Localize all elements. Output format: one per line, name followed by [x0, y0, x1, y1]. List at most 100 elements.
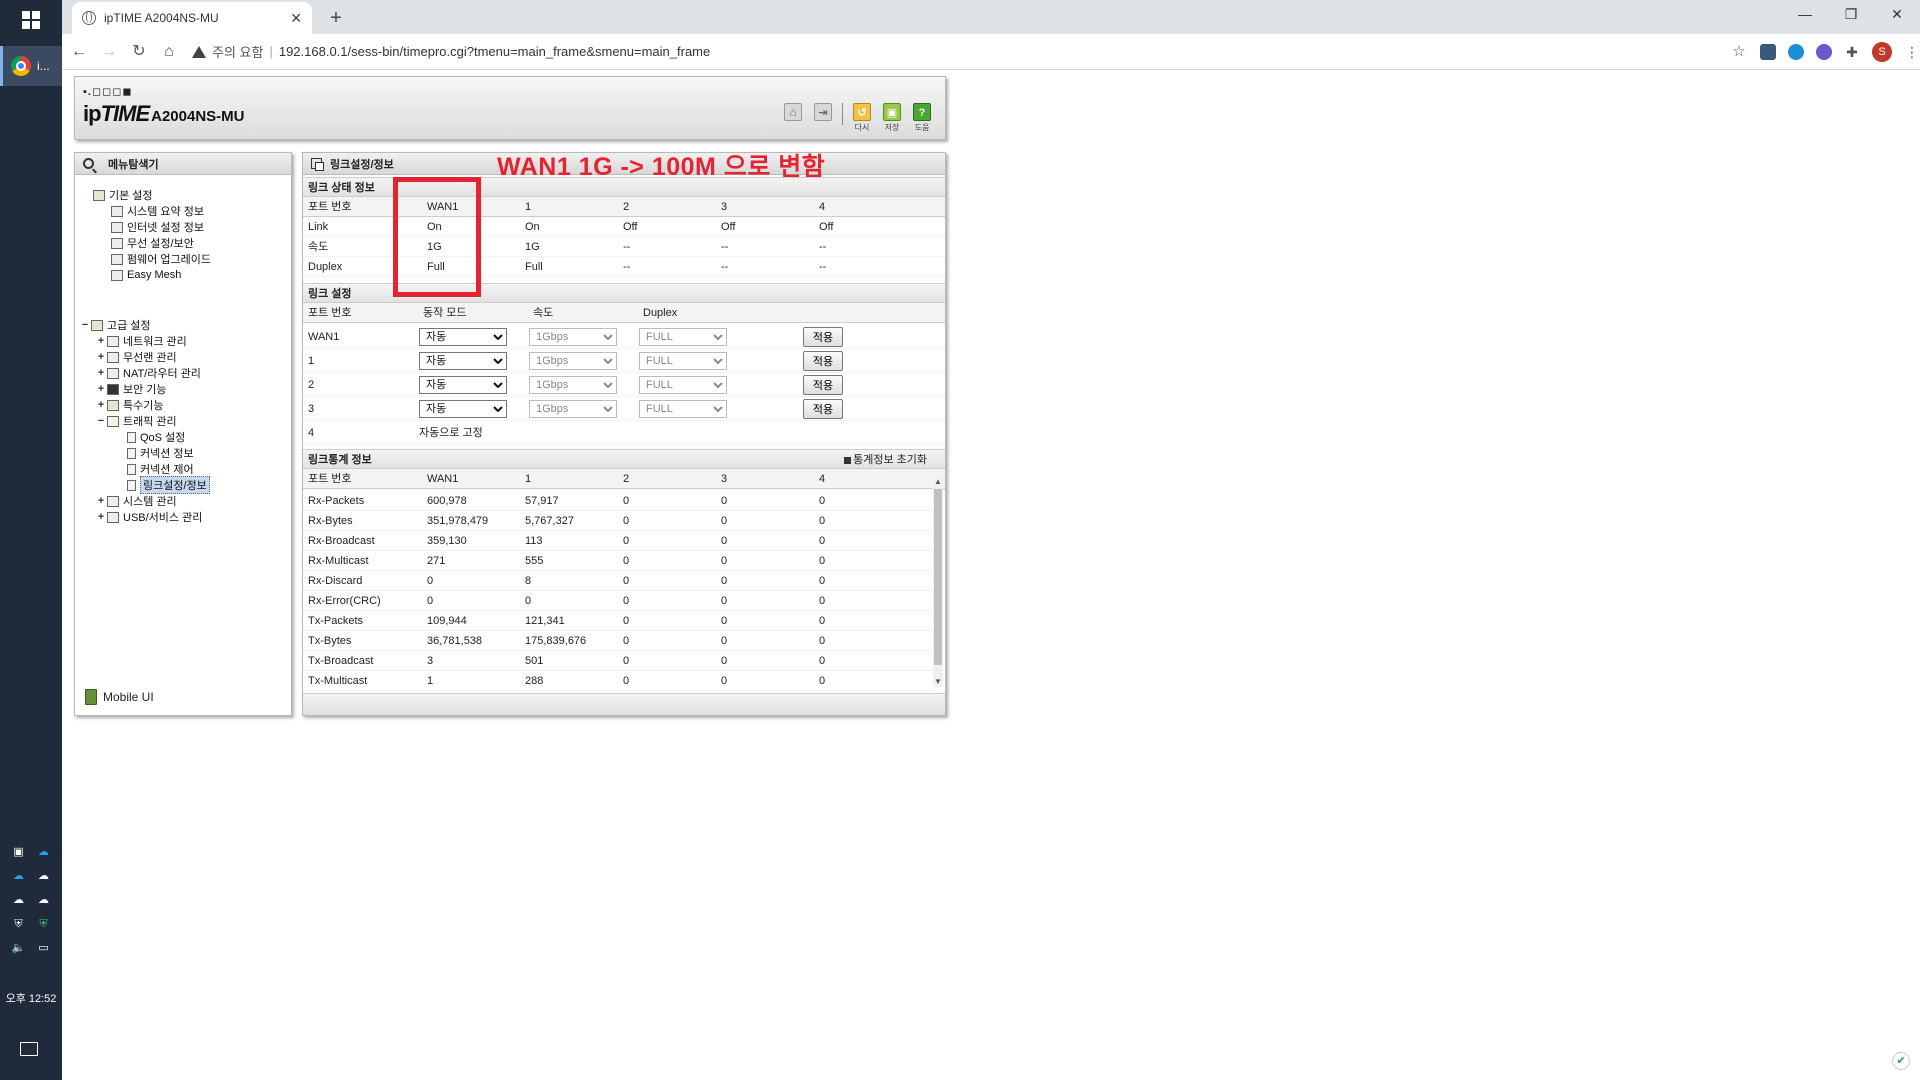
scroll-down-icon[interactable]: ▼ [933, 677, 943, 687]
back-button[interactable]: ← [66, 37, 92, 67]
stats-cell: 0 [721, 555, 728, 567]
scroll-thumb[interactable] [934, 489, 942, 665]
restore-button[interactable]: ❐ [1828, 0, 1874, 30]
mode-select-wan1[interactable]: 자동 [419, 328, 507, 346]
collapse-toggle[interactable]: − [95, 415, 107, 427]
duplex-select-port3[interactable]: FULL [639, 400, 727, 418]
expand-toggle[interactable]: + [95, 399, 107, 411]
tree-security[interactable]: + 보안 기능 [75, 381, 293, 397]
speed-select-wan1[interactable]: 1Gbps [529, 328, 617, 346]
tree-system-summary[interactable]: 시스템 요약 정보 [75, 203, 293, 219]
iptime-header: ▪.◻◻◻◼ ipTIME A2004NS-MU ⌂ ⇥ ↺ 다시 ▣ 저장 ?… [74, 76, 946, 140]
forward-button[interactable]: → [96, 37, 122, 67]
not-secure-label[interactable]: 주의 요함 [212, 42, 263, 61]
minimize-button[interactable]: — [1782, 0, 1828, 30]
expand-toggle[interactable]: + [95, 495, 107, 507]
row-label: Tx-Broadcast [308, 655, 374, 667]
apply-button-port1[interactable]: 적용 [803, 351, 843, 371]
tree-usb-service[interactable]: + USB/서비스 관리 [75, 509, 293, 525]
tree-wlan-mgmt[interactable]: + 무선랜 관리 [75, 349, 293, 365]
security-shield-icon[interactable]: ✔ [1892, 1052, 1910, 1070]
photos-icon[interactable]: ▣ [11, 846, 26, 858]
tree-basic-settings[interactable]: 기본 설정 [75, 187, 293, 203]
speed-select-port1[interactable]: 1Gbps [529, 352, 617, 370]
url-text[interactable]: 192.168.0.1/sess-bin/timepro.cgi?tmenu=m… [279, 44, 710, 59]
tree-nat-router[interactable]: + NAT/라우터 관리 [75, 365, 293, 381]
onedrive-business-icon[interactable]: ☁ [11, 870, 26, 882]
close-window-button[interactable]: ✕ [1874, 0, 1920, 30]
mode-select-port2[interactable]: 자동 [419, 376, 507, 394]
tree-advanced-settings[interactable]: − 고급 설정 [75, 317, 293, 333]
duplex-select-port1[interactable]: FULL [639, 352, 727, 370]
extension-3-icon[interactable] [1816, 43, 1832, 60]
tree-easy-mesh[interactable]: Easy Mesh [75, 267, 293, 283]
mode-select-port3[interactable]: 자동 [419, 400, 507, 418]
expand-toggle[interactable]: + [95, 351, 107, 363]
stats-cell: 0 [623, 535, 630, 547]
tree-special[interactable]: + 특수기능 [75, 397, 293, 413]
cloud-backup-icon[interactable]: ☁ [36, 894, 51, 906]
tree-internet-settings[interactable]: 인터넷 설정 정보 [75, 219, 293, 235]
menu-kebab-icon[interactable]: ⋮ [1904, 44, 1920, 60]
mode-select-port1[interactable]: 자동 [419, 352, 507, 370]
security-shield-icon[interactable]: ⛨ [11, 918, 26, 930]
speed-select-port3[interactable]: 1Gbps [529, 400, 617, 418]
tab-close-icon[interactable]: ✕ [290, 10, 302, 27]
apply-button-port2[interactable]: 적용 [803, 375, 843, 395]
network-icon[interactable]: ▭ [36, 942, 51, 954]
bookmark-star-icon[interactable]: ☆ [1726, 37, 1752, 67]
cloud-sync-icon[interactable]: ☁ [36, 870, 51, 882]
start-button[interactable] [0, 0, 62, 40]
reset-stats-link[interactable]: 통계정보 초기화 [844, 450, 927, 470]
tree-link-settings[interactable]: 링크설정/정보 [75, 476, 293, 494]
taskbar-chrome-app[interactable]: i... [0, 46, 62, 86]
tree-wireless-settings[interactable]: 무선 설정/보안 [75, 235, 293, 251]
defender-shield-icon[interactable]: ⛨ [36, 918, 51, 930]
tree-item-label: Easy Mesh [127, 269, 182, 281]
speed-select-port2[interactable]: 1Gbps [529, 376, 617, 394]
restart-tool[interactable]: ↺ 다시 [851, 103, 873, 133]
address-bar[interactable]: 주의 요함 | 192.168.0.1/sess-bin/timepro.cgi… [192, 38, 1722, 66]
profile-avatar[interactable]: S [1872, 41, 1892, 62]
tree-item-label: 시스템 요약 정보 [127, 206, 204, 218]
reload-button[interactable]: ↻ [126, 37, 152, 67]
not-secure-warning-icon[interactable] [192, 45, 206, 58]
home-tool[interactable]: ⌂ [782, 103, 804, 122]
volume-icon[interactable]: 🔈 [11, 942, 26, 954]
duplex-select-wan1[interactable]: FULL [639, 328, 727, 346]
help-tool[interactable]: ? 도움 [911, 103, 933, 133]
apply-button-port3[interactable]: 적용 [803, 399, 843, 419]
expand-toggle[interactable]: + [95, 383, 107, 395]
stats-row: Tx-Bytes 36,781,538 175,839,676 0 0 0 [303, 631, 933, 651]
save-tool[interactable]: ▣ 저장 [881, 103, 903, 133]
taskbar-clock[interactable]: 오후 12:52 [0, 990, 62, 1006]
header-cell: 포트 번호 [308, 307, 352, 319]
expand-toggle[interactable]: + [95, 511, 107, 523]
new-tab-button[interactable]: + [322, 4, 350, 32]
expand-toggle[interactable]: + [95, 335, 107, 347]
tree-connection-control[interactable]: 커넥션 제어 [75, 461, 293, 477]
tree-qos[interactable]: QoS 설정 [75, 429, 293, 445]
mobile-ui-link[interactable]: Mobile UI [85, 689, 154, 705]
apply-button-wan1[interactable]: 적용 [803, 327, 843, 347]
tree-traffic-mgmt[interactable]: − 트래픽 관리 [75, 413, 293, 429]
tree-firmware-upgrade[interactable]: 펌웨어 업그레이드 [75, 251, 293, 267]
expand-toggle[interactable]: + [95, 367, 107, 379]
scroll-up-icon[interactable]: ▲ [933, 477, 943, 487]
ie-tab-icon[interactable] [1788, 43, 1804, 60]
notification-center-icon[interactable] [20, 1042, 38, 1056]
tab-iptime[interactable]: ipTIME A2004NS-MU ✕ [72, 2, 312, 34]
tree-system-mgmt[interactable]: + 시스템 관리 [75, 493, 293, 509]
duplex-select-port2[interactable]: FULL [639, 376, 727, 394]
extension-1-icon[interactable] [1760, 43, 1776, 60]
tree-network-mgmt[interactable]: + 네트워크 관리 [75, 333, 293, 349]
stats-scrollbar[interactable]: ▲ ▼ [933, 477, 943, 687]
onedrive-icon[interactable]: ☁ [36, 846, 51, 858]
cloud-upload-icon[interactable]: ☁ [11, 894, 26, 906]
puzzle-icon[interactable]: ✚ [1844, 44, 1860, 60]
stats-cell: 0 [427, 595, 434, 607]
tree-connection-info[interactable]: 커넥션 정보 [75, 445, 293, 461]
home-button[interactable]: ⌂ [156, 37, 182, 67]
collapse-toggle[interactable]: − [79, 319, 91, 331]
logout-tool[interactable]: ⇥ [812, 103, 834, 122]
